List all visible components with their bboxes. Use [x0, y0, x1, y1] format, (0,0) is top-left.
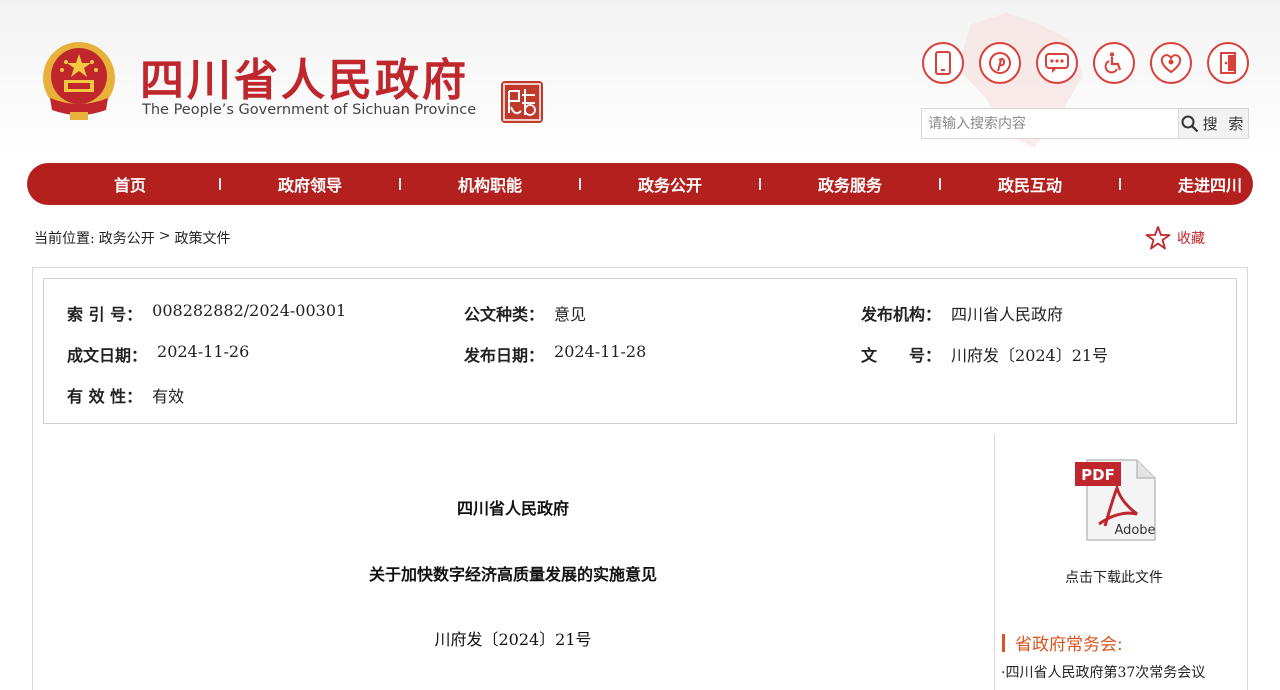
breadcrumb-link-policy-docs[interactable]: 政策文件 — [174, 228, 230, 248]
document-meta-box: 索 引 号： 008282882/2024-00301 公文种类： 意见 发布机… — [43, 278, 1237, 424]
document-title: 关于加快数字经济高质量发展的实施意见 — [368, 565, 657, 584]
document-number: 川府发〔2024〕21号 — [434, 630, 592, 649]
meta-docno-label: 文 号： — [861, 346, 942, 365]
wheelchair-icon[interactable] — [1093, 42, 1135, 84]
breadcrumb-separator: > — [158, 228, 171, 244]
meta-created-value: 2024-11-26 — [157, 342, 250, 361]
main-nav: 首页 政府领导 机构职能 政务公开 政务服务 政民互动 走进四川 — [27, 163, 1253, 205]
svg-text:Adobe: Adobe — [1114, 523, 1155, 538]
heading-accent-bar — [1002, 633, 1005, 652]
china-seal-icon — [501, 81, 543, 123]
favorite-label: 收藏 — [1177, 231, 1205, 247]
meta-validity-value: 有效 — [152, 387, 185, 406]
pdf-download-icon[interactable]: PDF Adobe — [1075, 458, 1157, 542]
nav-item-services[interactable]: 政务服务 — [761, 172, 939, 196]
site-header: 四川省人民政府 The People’s Government of Sichu… — [0, 0, 1280, 160]
site-title: 四川省人民政府 — [140, 55, 469, 106]
sidebar-list-item[interactable]: ·四川省人民政府第37次常务会议 — [1001, 662, 1205, 682]
sidebar-section-title: 省政府常务会: — [1015, 635, 1123, 655]
nav-item-about-sichuan[interactable]: 走进四川 — [1121, 172, 1280, 196]
tool-icon-bar — [922, 42, 1249, 86]
meta-created: 成文日期： 2024-11-26 — [67, 342, 249, 366]
nav-track: 首页 政府领导 机构职能 政务公开 政务服务 政民互动 走进四川 — [41, 172, 1280, 196]
nav-item-leaders[interactable]: 政府领导 — [221, 172, 399, 196]
search-input[interactable] — [922, 109, 1178, 138]
meta-index-value: 008282882/2024-00301 — [152, 301, 347, 320]
meta-published-label: 发布日期： — [464, 346, 545, 365]
nav-item-open-government[interactable]: 政务公开 — [581, 172, 759, 196]
elder-care-icon[interactable] — [1150, 42, 1192, 84]
meta-category: 公文种类： 意见 — [464, 301, 586, 325]
meta-issuer: 发布机构： 四川省人民政府 — [861, 301, 1063, 325]
site-subtitle: The People’s Government of Sichuan Provi… — [142, 102, 477, 118]
svg-text:PDF: PDF — [1081, 466, 1115, 484]
meta-published-value: 2024-11-28 — [554, 342, 647, 361]
nav-item-home[interactable]: 首页 — [41, 172, 219, 196]
star-icon — [1145, 226, 1171, 250]
meta-index-label: 索 引 号： — [67, 305, 143, 324]
meta-issuer-value: 四川省人民政府 — [951, 305, 1064, 324]
exit-icon[interactable] — [1207, 42, 1249, 84]
meta-issuer-label: 发布机构： — [861, 305, 942, 324]
search-icon — [1181, 115, 1198, 132]
search-button-label: 搜 索 — [1202, 115, 1247, 133]
nav-item-institutions[interactable]: 机构职能 — [401, 172, 579, 196]
message-icon[interactable] — [1036, 42, 1078, 84]
sidebar-section-heading: 省政府常务会: — [1002, 630, 1123, 655]
meta-validity: 有 效 性： 有效 — [67, 383, 184, 407]
document-issuer: 四川省人民政府 — [456, 499, 569, 518]
download-file-link[interactable]: 点击下载此文件 — [1000, 567, 1228, 587]
search-box: 搜 索 — [921, 108, 1249, 139]
content-sidebar-divider — [994, 434, 995, 690]
meta-category-value: 意见 — [554, 305, 587, 324]
meta-created-label: 成文日期： — [67, 346, 148, 365]
pinterest-icon[interactable] — [979, 42, 1021, 84]
breadcrumb-prefix: 当前位置: — [34, 231, 95, 247]
mobile-icon[interactable] — [922, 42, 964, 84]
national-emblem-icon[interactable] — [40, 40, 118, 122]
meta-index: 索 引 号： 008282882/2024-00301 — [67, 301, 346, 325]
breadcrumb: 当前位置: 政务公开 > 政策文件 — [34, 228, 230, 248]
meta-published: 发布日期： 2024-11-28 — [464, 342, 646, 366]
meta-category-label: 公文种类： — [464, 305, 545, 324]
nav-item-interaction[interactable]: 政民互动 — [941, 172, 1119, 196]
breadcrumb-link-open-government[interactable]: 政务公开 — [99, 228, 155, 248]
meta-docno: 文 号： 川府发〔2024〕21号 — [861, 342, 1108, 366]
favorite-button[interactable]: 收藏 — [1145, 225, 1205, 251]
meta-docno-value: 川府发〔2024〕21号 — [951, 346, 1109, 365]
meta-validity-label: 有 效 性： — [67, 387, 143, 406]
search-button[interactable]: 搜 索 — [1178, 109, 1248, 138]
